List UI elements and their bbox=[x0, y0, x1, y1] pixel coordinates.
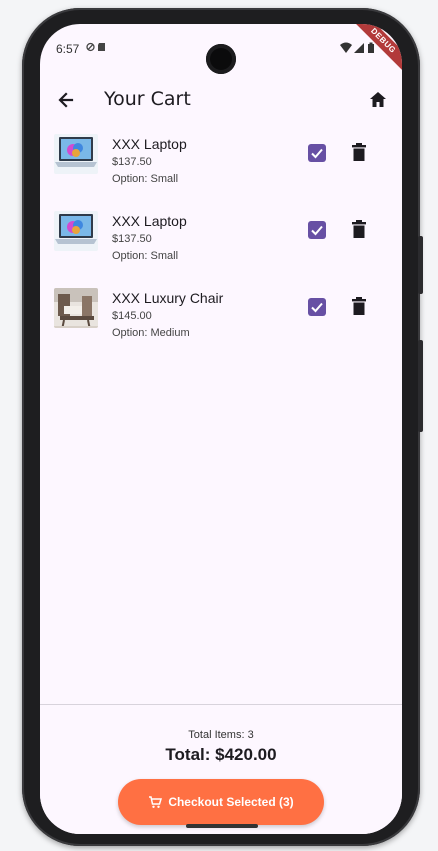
delete-button[interactable] bbox=[350, 219, 368, 241]
arrow-back-icon bbox=[58, 92, 74, 108]
item-checkbox[interactable] bbox=[308, 221, 326, 239]
item-price: $137.50 bbox=[112, 233, 152, 245]
laptop-thumbnail bbox=[54, 134, 98, 174]
sim-icon bbox=[98, 43, 105, 51]
check-icon bbox=[311, 302, 323, 313]
checkout-label: Checkout Selected (3) bbox=[168, 795, 294, 809]
item-name: XXX Luxury Chair bbox=[112, 290, 224, 306]
data-saver-icon bbox=[86, 42, 95, 52]
status-time: 6:57 bbox=[56, 42, 80, 56]
item-checkbox[interactable] bbox=[308, 144, 326, 162]
home-button[interactable] bbox=[366, 88, 390, 112]
cart-item: XXX Laptop $137.50 Option: Small bbox=[40, 126, 402, 203]
laptop-thumbnail bbox=[54, 211, 98, 251]
trash-icon bbox=[352, 297, 366, 315]
delete-button[interactable] bbox=[350, 142, 368, 164]
delete-button[interactable] bbox=[350, 296, 368, 318]
item-price: $145.00 bbox=[112, 310, 152, 322]
status-left-icons bbox=[86, 42, 108, 55]
check-icon bbox=[311, 225, 323, 236]
item-price: $137.50 bbox=[112, 156, 152, 168]
trash-icon bbox=[352, 220, 366, 238]
status-right-icons bbox=[340, 42, 380, 57]
cart-item: XXX Luxury Chair $145.00 Option: Medium bbox=[40, 280, 402, 357]
item-option: Option: Small bbox=[112, 250, 179, 262]
chair-thumbnail bbox=[54, 288, 98, 328]
total-price: Total: $420.00 bbox=[165, 745, 277, 764]
app-screen: 6:57 DEBUG Your Cart XXX Laptop $137.50 … bbox=[40, 24, 402, 834]
item-name: XXX Laptop bbox=[112, 136, 187, 152]
item-checkbox[interactable] bbox=[308, 298, 326, 316]
power-button bbox=[418, 236, 423, 294]
back-button[interactable] bbox=[52, 86, 80, 114]
cart-icon bbox=[149, 796, 163, 808]
item-option: Option: Medium bbox=[112, 327, 190, 339]
signal-icon bbox=[354, 43, 364, 53]
volume-button bbox=[418, 340, 423, 432]
page-title: Your Cart bbox=[104, 88, 191, 110]
checkout-button[interactable]: Checkout Selected (3) bbox=[118, 779, 324, 825]
status-bar: 6:57 DEBUG bbox=[40, 24, 402, 78]
item-name: XXX Laptop bbox=[112, 213, 187, 229]
home-indicator bbox=[186, 824, 258, 828]
cart-summary: Total Items: 3 Total: $420.00 Checkout S… bbox=[40, 704, 402, 834]
check-icon bbox=[311, 148, 323, 159]
cart-item: XXX Laptop $137.50 Option: Small bbox=[40, 203, 402, 280]
front-camera bbox=[206, 44, 236, 74]
trash-icon bbox=[352, 143, 366, 161]
battery-icon bbox=[368, 42, 374, 53]
cart-list: XXX Laptop $137.50 Option: Small XXX Lap… bbox=[40, 126, 402, 357]
item-option: Option: Small bbox=[112, 173, 179, 185]
total-items: Total Items: 3 bbox=[188, 729, 254, 741]
wifi-icon bbox=[340, 42, 352, 53]
home-icon bbox=[370, 92, 386, 107]
app-bar: Your Cart bbox=[40, 80, 402, 120]
